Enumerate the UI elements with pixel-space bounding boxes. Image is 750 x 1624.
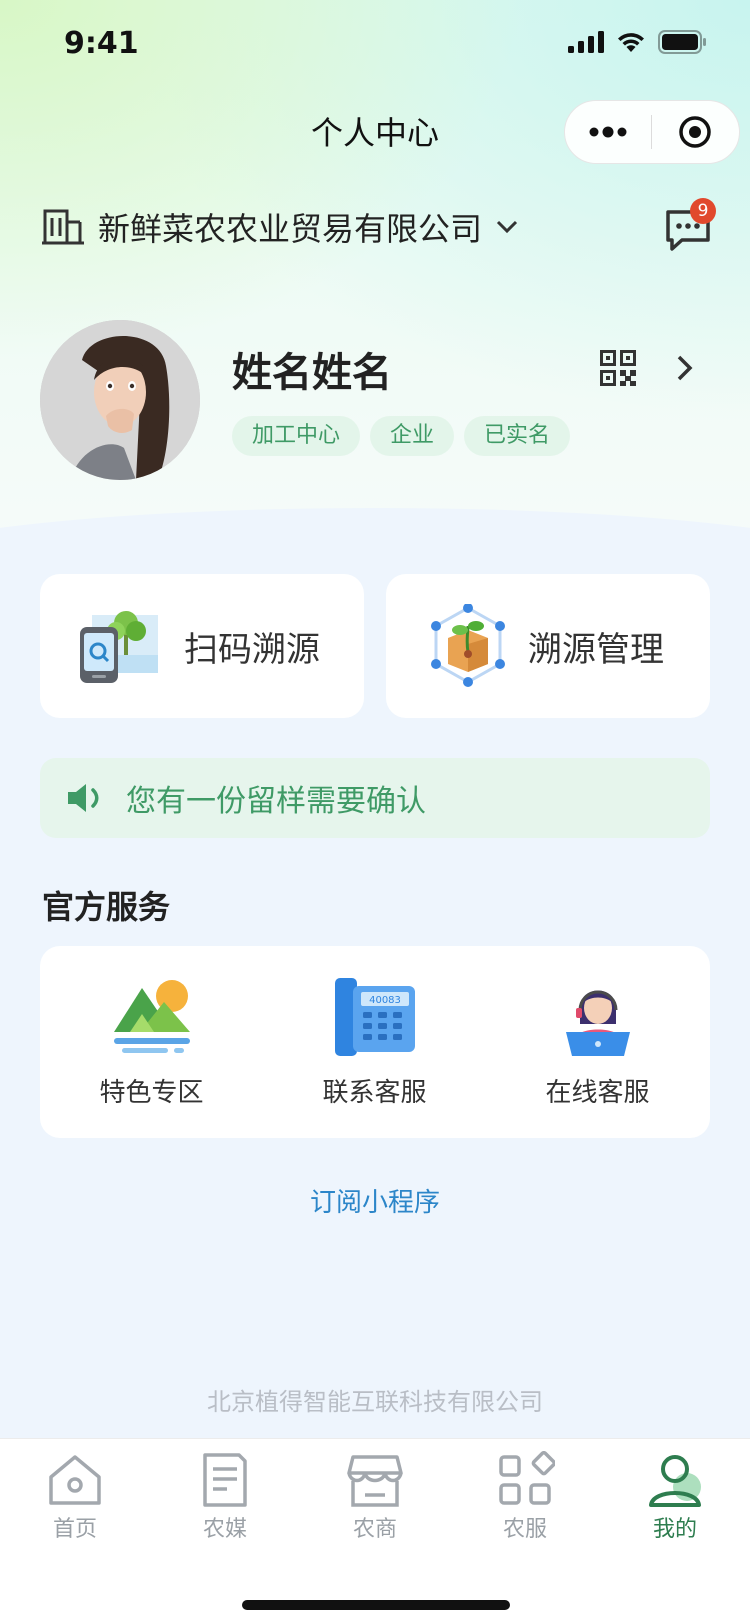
tab-media[interactable]: 农媒 [150, 1439, 300, 1549]
store-icon [347, 1455, 403, 1507]
notice-text: 您有一份留样需要确认 [126, 784, 426, 819]
trace-manage-card[interactable]: 溯源管理 [386, 574, 710, 718]
chevron-down-icon [496, 220, 518, 234]
mini-program-capsule [564, 100, 740, 164]
grid-icon [499, 1451, 555, 1505]
signal-icon [568, 31, 604, 53]
status-time: 9:41 [64, 26, 139, 61]
service-online-support-label: 在线客服 [545, 1078, 650, 1108]
tab-home-label: 首页 [52, 1517, 97, 1542]
footer-company-name: 北京植得智能互联科技有限公司 [207, 1388, 543, 1416]
document-icon [203, 1453, 247, 1507]
tab-media-label: 农媒 [202, 1517, 247, 1542]
tag-verified: 已实名 [464, 416, 571, 456]
home-icon [49, 1455, 101, 1505]
subscribe-link[interactable]: 订阅小程序 [0, 1182, 750, 1219]
tag-processing-center: 加工中心 [232, 416, 361, 456]
wifi-icon [618, 33, 644, 52]
tag-enterprise: 企业 [370, 416, 455, 456]
tab-commerce-label: 农商 [352, 1517, 397, 1542]
tab-commerce[interactable]: 农商 [300, 1439, 450, 1549]
speaker-icon [68, 784, 99, 812]
tab-mine-label: 我的 [652, 1517, 697, 1542]
official-services-card: 特色专区 40083 联系客服 在线客服 [40, 946, 710, 1138]
tab-service-label: 农服 [502, 1517, 547, 1542]
target-icon [679, 116, 711, 148]
sample-notice-bar[interactable]: 您有一份留样需要确认 [40, 758, 710, 838]
service-online-support[interactable]: 在线客服 [486, 946, 709, 1138]
agent-icon [565, 990, 630, 1056]
close-mini-program-button[interactable] [652, 101, 738, 163]
company-name: 新鲜菜农农业贸易有限公司 [98, 210, 483, 248]
qr-code-icon[interactable] [600, 350, 636, 386]
tab-home[interactable]: 首页 [0, 1439, 150, 1549]
tab-mine[interactable]: 我的 [600, 1439, 750, 1549]
avatar-photo [40, 320, 200, 480]
tab-bar: 首页 农媒 农商 农服 我的 [0, 1438, 750, 1624]
section-title-official-services: 官方服务 [42, 888, 171, 926]
user-name: 姓名姓名 [232, 350, 392, 396]
status-icons [568, 30, 706, 54]
service-contact-support-label: 联系客服 [322, 1078, 427, 1108]
trace-manage-label: 溯源管理 [528, 629, 664, 670]
profile-tags: 加工中心 企业 已实名 [232, 416, 571, 456]
home-indicator [242, 1600, 510, 1610]
tab-service[interactable]: 农服 [450, 1439, 600, 1549]
service-featured-zone[interactable]: 特色专区 [40, 946, 263, 1138]
user-icon [649, 1455, 701, 1507]
service-contact-support[interactable]: 40083 联系客服 [263, 946, 486, 1138]
service-featured-zone-label: 特色专区 [99, 1078, 204, 1108]
chevron-right-icon[interactable] [676, 354, 694, 382]
avatar[interactable] [40, 320, 200, 480]
battery-icon [658, 30, 706, 54]
telephone-icon: 40083 [334, 978, 415, 1056]
more-dots-icon [589, 126, 627, 138]
personal-center-page: 9:41 个人中心 新鲜菜农农业贸易有限公司 9 姓名姓名 加工中心 企业 已实… [0, 0, 750, 1624]
building-icon [42, 209, 84, 245]
company-selector[interactable]: 新鲜菜农农业贸易有限公司 [42, 204, 518, 250]
scan-trace-card[interactable]: 扫码溯源 [40, 574, 364, 718]
trace-manage-icon [431, 604, 505, 687]
scan-trace-label: 扫码溯源 [184, 629, 320, 670]
message-count-badge: 9 [690, 198, 716, 224]
landscape-icon [113, 980, 190, 1053]
scan-trace-icon [80, 611, 158, 683]
svg-text:40083: 40083 [369, 995, 401, 1006]
more-button[interactable] [565, 101, 651, 163]
